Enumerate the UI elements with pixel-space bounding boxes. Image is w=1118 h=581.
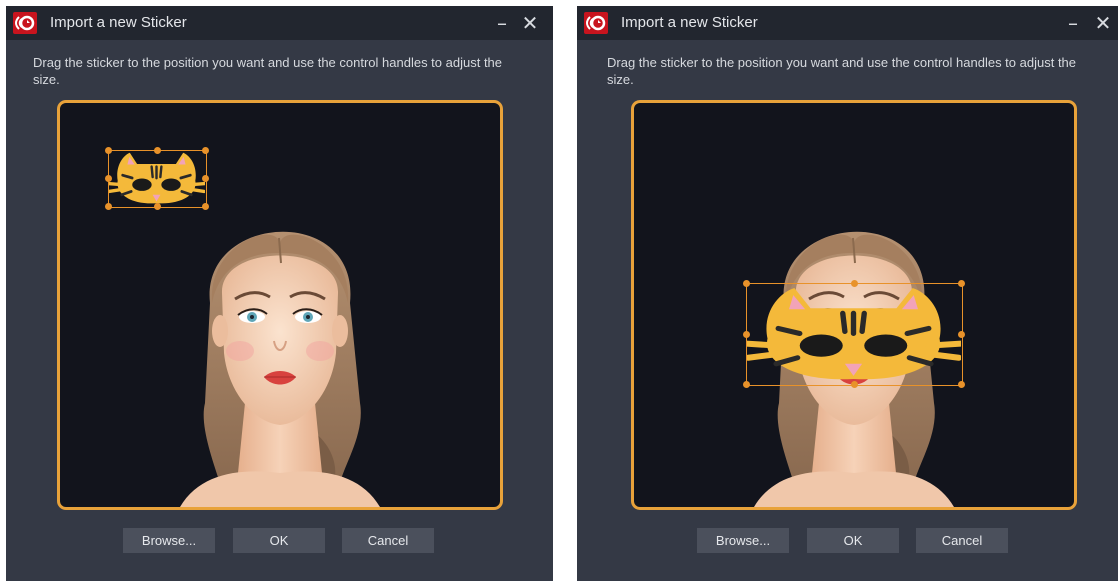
sticker-dialog-left: Import a new Sticker – ✕ Drag the sticke… [6,6,553,581]
resize-handle-bottom[interactable] [153,203,161,210]
close-icon[interactable]: ✕ [1092,10,1114,36]
app-logo-icon [584,12,608,34]
close-icon[interactable]: ✕ [519,10,541,36]
title-bar[interactable]: Import a new Sticker – ✕ [577,6,1118,40]
instruction-text: Drag the sticker to the position you wan… [607,55,1077,87]
resize-handle-top-left[interactable] [743,280,750,287]
title-bar[interactable]: Import a new Sticker – ✕ [6,6,553,40]
app-logo-icon [13,12,37,34]
resize-handle-top[interactable] [850,280,858,287]
resize-handle-top-right[interactable] [202,147,209,154]
browse-button[interactable]: Browse... [123,528,215,553]
resize-handle-right[interactable] [958,330,965,338]
resize-handle-right[interactable] [202,175,209,182]
cancel-button[interactable]: Cancel [342,528,434,553]
resize-handle-bottom-right[interactable] [958,381,965,388]
minimize-icon[interactable]: – [1062,10,1084,36]
resize-handle-top[interactable] [153,147,161,154]
sticker-dialog-right: Import a new Sticker – ✕ Drag the sticke… [577,6,1118,581]
dialog-title: Import a new Sticker [621,14,758,31]
ok-button[interactable]: OK [233,528,325,553]
cancel-button[interactable]: Cancel [916,528,1008,553]
minimize-icon[interactable]: – [491,10,513,36]
resize-handle-bottom[interactable] [850,381,858,388]
dialog-title: Import a new Sticker [50,14,187,31]
sticker-preview-area [57,100,503,510]
ok-button[interactable]: OK [807,528,899,553]
sticker-bounding-box[interactable] [105,147,209,210]
sticker-preview-area [631,100,1077,510]
resize-handle-bottom-left[interactable] [743,381,750,388]
browse-button[interactable]: Browse... [697,528,789,553]
resize-handle-bottom-right[interactable] [202,203,209,210]
instruction-text: Drag the sticker to the position you wan… [33,55,503,87]
resize-handle-top-left[interactable] [105,147,112,154]
sticker-bounding-box[interactable] [743,280,965,388]
resize-handle-bottom-left[interactable] [105,203,112,210]
resize-handle-top-right[interactable] [958,280,965,287]
resize-handle-left[interactable] [105,175,112,182]
resize-handle-left[interactable] [743,330,750,338]
